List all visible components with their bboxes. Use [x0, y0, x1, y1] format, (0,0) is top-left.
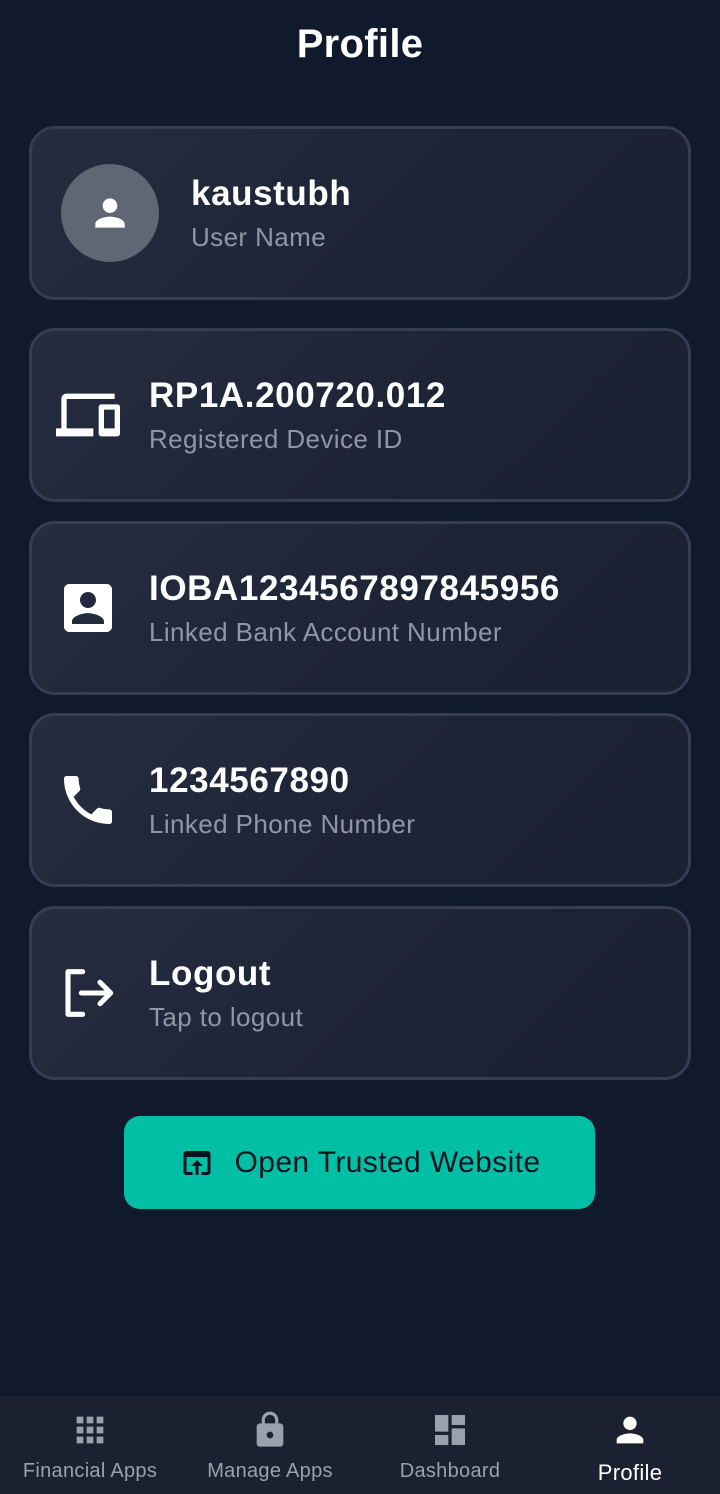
bank-account-label: Linked Bank Account Number: [149, 617, 502, 647]
device-card[interactable]: RP1A.200720.012 Registered Device ID: [29, 328, 691, 502]
nav-label-manage-apps: Manage Apps: [207, 1460, 333, 1482]
user-card[interactable]: kaustubh User Name: [29, 126, 691, 300]
account-box-icon: [56, 576, 120, 640]
open-in-browser-icon: [183, 1150, 211, 1175]
device-id-label: Registered Device ID: [149, 424, 403, 454]
phone-number-label: Linked Phone Number: [149, 809, 416, 839]
profile-screen: Profile kaustubh User Name RP1A.200720.0…: [0, 0, 720, 1494]
nav-item-manage-apps[interactable]: Manage Apps: [180, 1396, 360, 1494]
devices-icon: [56, 383, 120, 447]
avatar: [61, 164, 159, 262]
logout-title: Logout: [149, 954, 272, 993]
apps-grid-icon: [76, 1416, 104, 1444]
device-id-value: RP1A.200720.012: [149, 376, 446, 415]
bank-account-value: IOBA1234567897845956: [149, 569, 560, 608]
phone-number-value: 1234567890: [149, 761, 350, 800]
nav-label-dashboard: Dashboard: [399, 1460, 501, 1482]
nav-item-profile[interactable]: Profile: [540, 1396, 720, 1494]
logout-icon: [56, 961, 120, 1025]
open-trusted-website-button[interactable]: Open Trusted Website: [124, 1116, 595, 1209]
person-icon: [616, 1416, 644, 1444]
logout-subtitle: Tap to logout: [149, 1002, 304, 1032]
bank-account-card[interactable]: IOBA1234567897845956 Linked Bank Account…: [29, 521, 691, 695]
user-name-label: User Name: [191, 222, 327, 252]
dashboard-icon: [435, 1415, 465, 1445]
user-name-value: kaustubh: [191, 174, 352, 213]
open-trusted-website-label: Open Trusted Website: [234, 1145, 541, 1179]
nav-label-financial-apps: Financial Apps: [22, 1460, 158, 1482]
phone-icon: [56, 768, 120, 832]
nav-label-profile: Profile: [597, 1460, 663, 1485]
page-title: Profile: [296, 22, 424, 66]
nav-item-financial-apps[interactable]: Financial Apps: [0, 1396, 180, 1494]
lock-icon: [256, 1411, 284, 1447]
nav-item-dashboard[interactable]: Dashboard: [360, 1396, 540, 1494]
logout-card[interactable]: Logout Tap to logout: [29, 906, 691, 1080]
person-icon: [95, 198, 125, 228]
bottom-navigation: Financial Apps Manage Apps Dashboard Pro…: [0, 1396, 720, 1494]
phone-card[interactable]: 1234567890 Linked Phone Number: [29, 713, 691, 887]
